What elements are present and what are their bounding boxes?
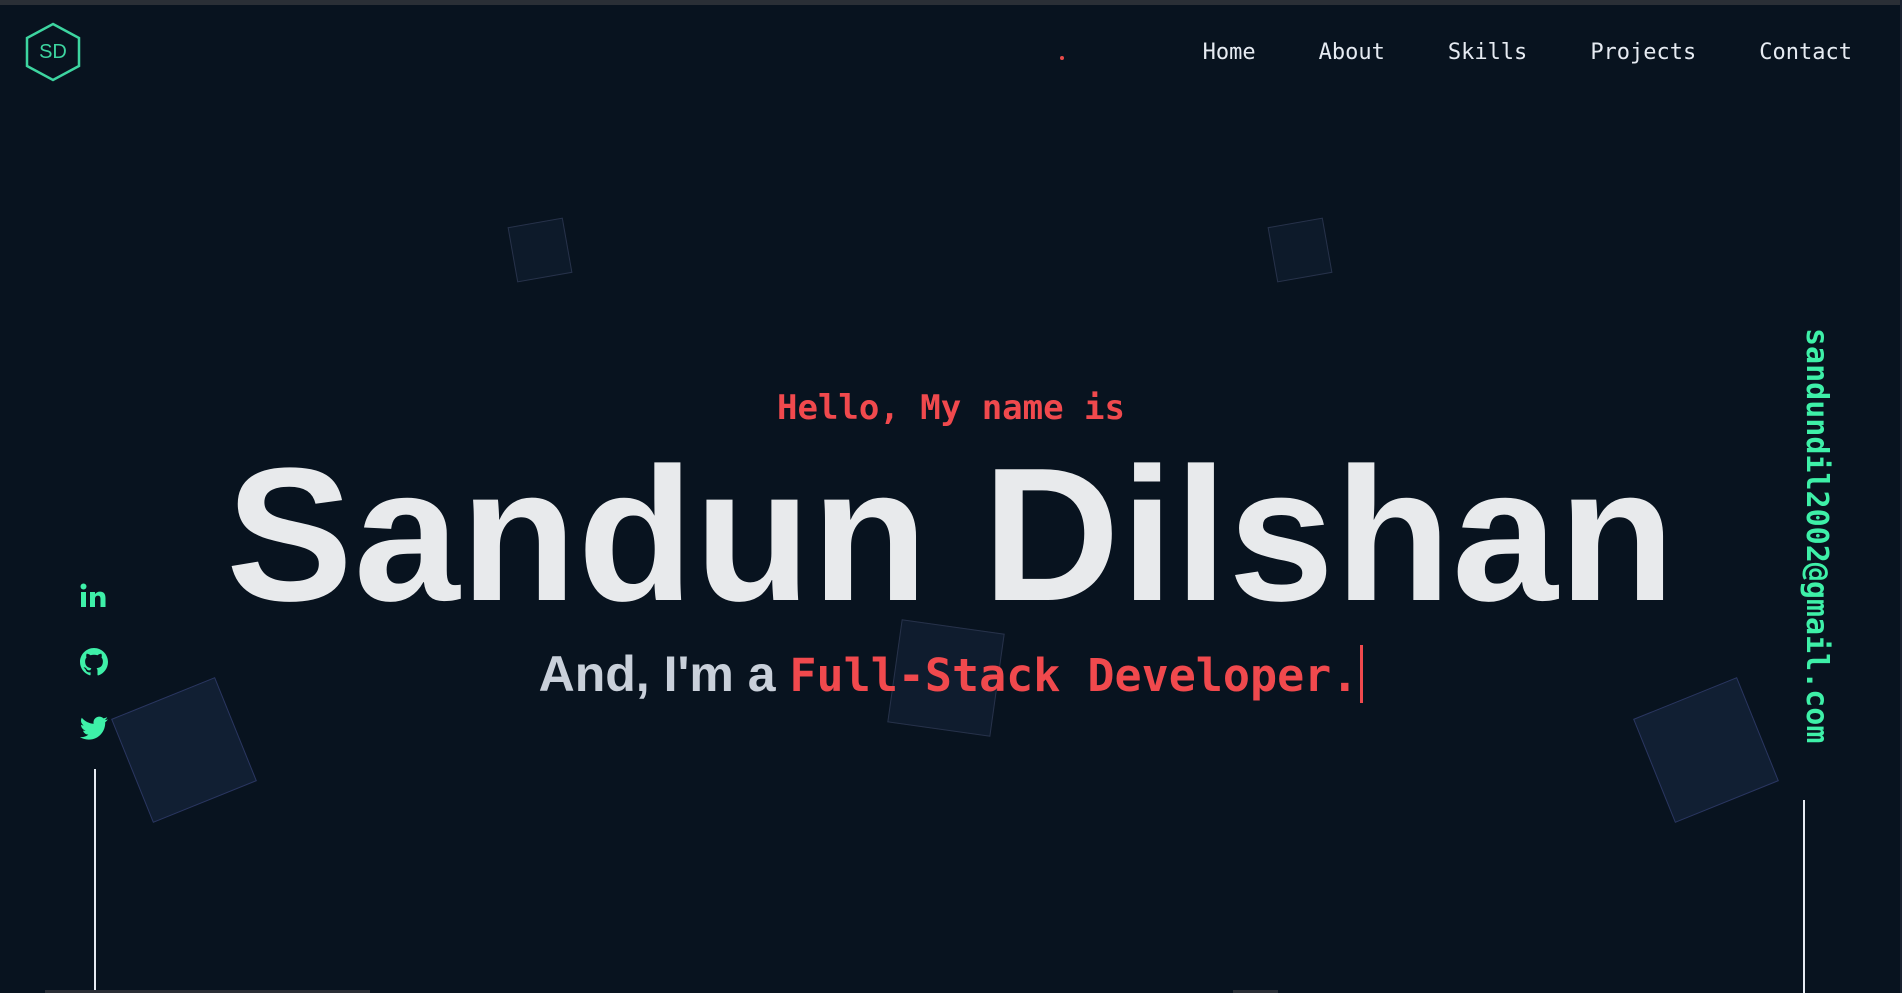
hero-name: Sandun Dilshan — [226, 429, 1676, 641]
portfolio-page: SD Home About Skills Projects Contact He… — [0, 0, 1902, 993]
top-divider — [0, 0, 1902, 5]
nav-projects[interactable]: Projects — [1590, 40, 1696, 65]
email-vertical-line — [1803, 800, 1805, 993]
hero-role-typed: Full-Stack Developer. — [789, 649, 1359, 702]
floating-square-decoration — [507, 217, 573, 283]
nav-skills[interactable]: Skills — [1448, 40, 1527, 65]
main-nav: Home About Skills Projects Contact — [1140, 40, 1852, 65]
hero-greeting: Hello, My name is — [777, 388, 1125, 428]
typing-cursor — [1360, 645, 1364, 703]
github-icon[interactable] — [78, 646, 110, 678]
email-link[interactable]: sandundil2002@gmail.com — [1799, 328, 1834, 743]
hero-role-prefix: And, I'm a — [538, 646, 790, 702]
nav-about[interactable]: About — [1319, 40, 1385, 65]
logo-text: SD — [39, 40, 67, 63]
logo[interactable]: SD — [24, 22, 82, 82]
twitter-icon[interactable] — [78, 712, 110, 744]
nav-home[interactable]: Home — [1203, 40, 1256, 65]
social-vertical-line — [94, 769, 96, 993]
nav-contact[interactable]: Contact — [1759, 40, 1852, 65]
red-dot-decoration — [1060, 56, 1064, 60]
hero-role-line: And, I'm a Full-Stack Developer. — [0, 645, 1902, 703]
social-links — [78, 580, 110, 778]
floating-square-decoration — [1267, 217, 1333, 283]
linkedin-icon[interactable] — [78, 580, 110, 612]
